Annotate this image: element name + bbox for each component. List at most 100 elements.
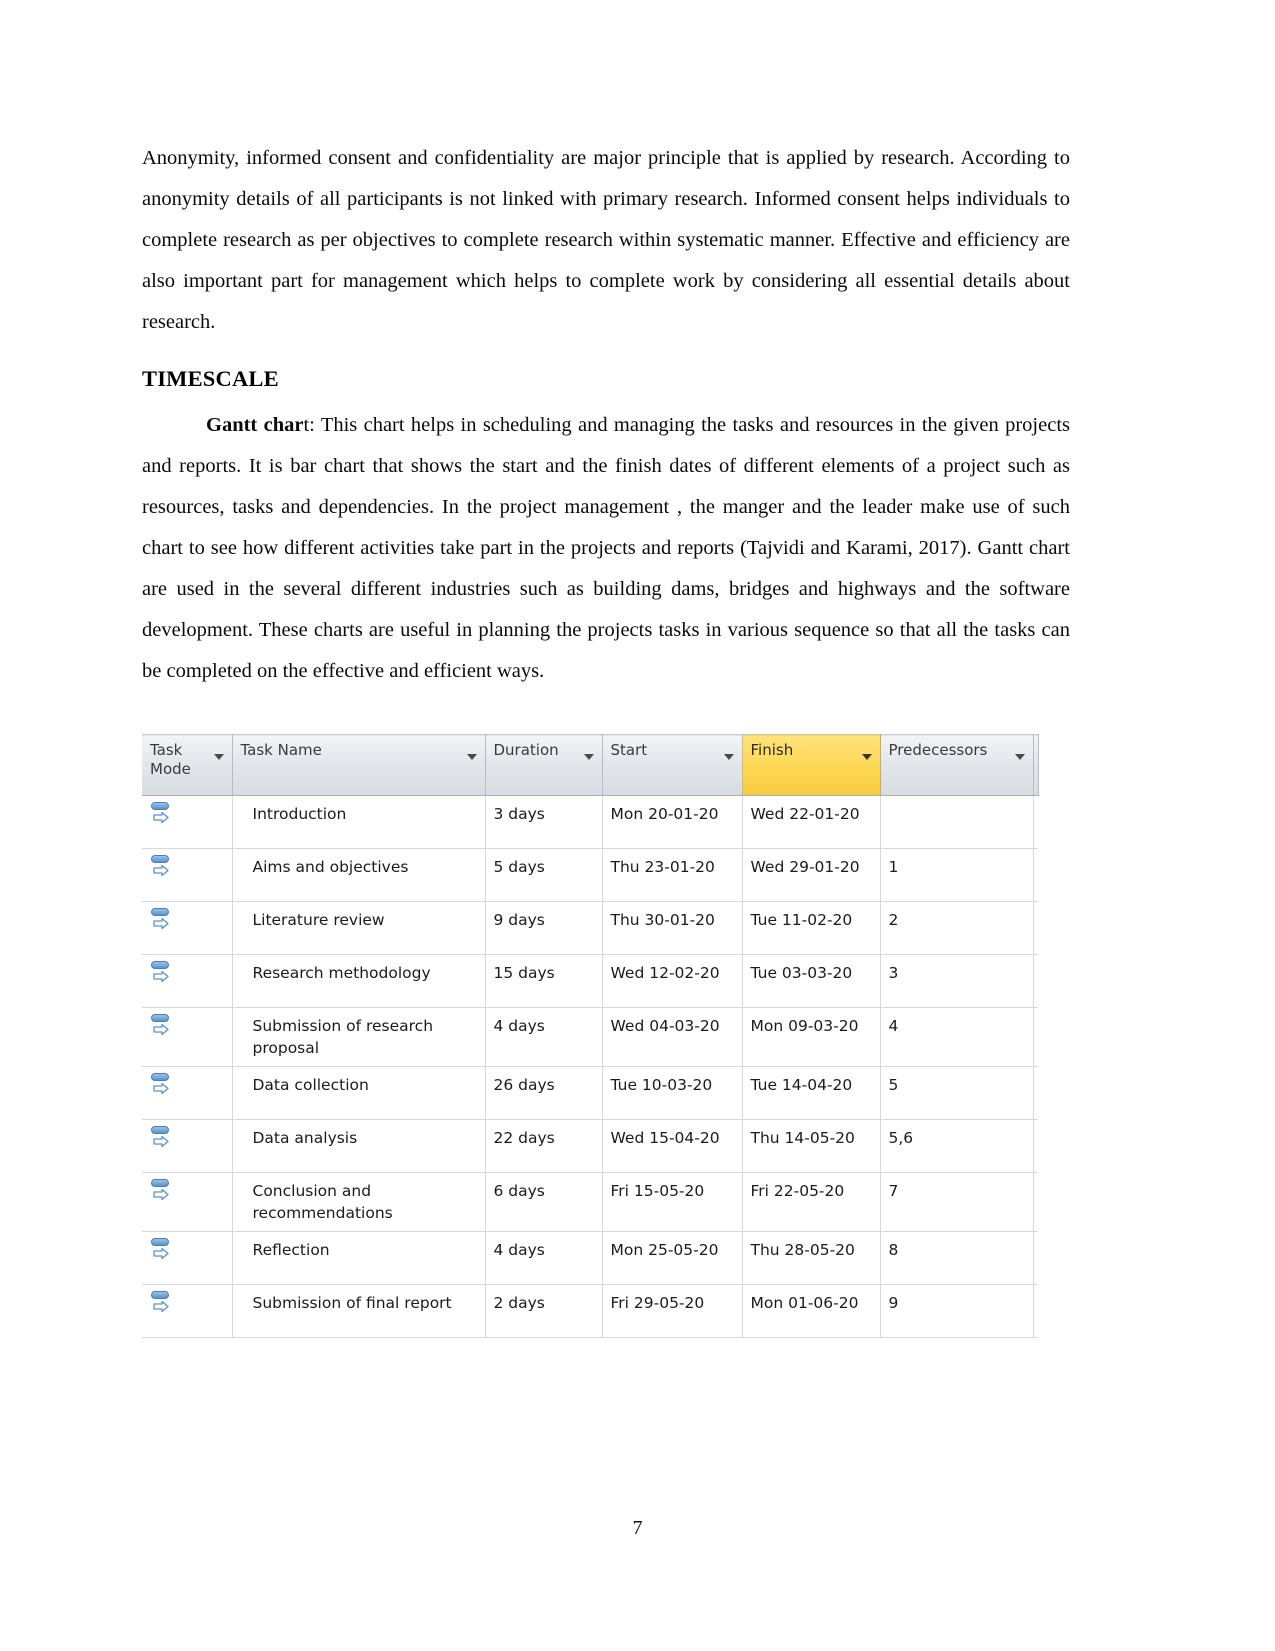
cell-task-mode[interactable] xyxy=(142,901,233,955)
filter-dropdown-icon[interactable] xyxy=(861,754,872,760)
cell-finish[interactable]: Wed 22-01-20 xyxy=(742,795,881,849)
cell-task-mode[interactable] xyxy=(142,1284,233,1338)
column-header-start[interactable]: Start xyxy=(602,734,743,796)
cell-task-mode[interactable] xyxy=(142,1007,233,1067)
cell-duration[interactable]: 15 days xyxy=(485,954,603,1008)
cell-start[interactable]: Mon 20-01-20 xyxy=(602,795,743,849)
cell-partial-cutoff xyxy=(1033,1119,1038,1173)
column-header-task-mode[interactable]: Task Mode xyxy=(142,734,233,796)
table-row[interactable]: Literature review 9 days Thu 30-01-20 Tue 1… xyxy=(142,901,1038,955)
filter-dropdown-icon[interactable] xyxy=(1014,754,1025,760)
column-header-task-name-label: Task Name xyxy=(240,741,322,759)
cell-duration[interactable]: 2 days xyxy=(485,1284,603,1338)
column-header-finish-label: Finish xyxy=(750,741,794,759)
auto-scheduled-icon xyxy=(150,801,172,825)
cell-finish[interactable]: Fri 22-05-20 xyxy=(742,1172,881,1232)
cell-task-mode[interactable] xyxy=(142,795,233,849)
task-table-body: Introduction 3 days Mon 20-01-20 Wed 22-01-… xyxy=(142,795,1038,1338)
cell-duration[interactable]: 4 days xyxy=(485,1231,603,1285)
cell-start[interactable]: Fri 15-05-20 xyxy=(602,1172,743,1232)
filter-dropdown-icon[interactable] xyxy=(466,754,477,760)
cell-duration[interactable]: 22 days xyxy=(485,1119,603,1173)
table-row[interactable]: Aims and objectives 5 days Thu 23-01-20 Wed… xyxy=(142,848,1038,902)
ms-project-gantt-table: Task Mode Task Name Duration Start Finis… xyxy=(142,734,1039,1338)
cell-task-name[interactable]: Submission of final report xyxy=(232,1284,486,1338)
cell-task-name[interactable]: Literature review xyxy=(232,901,486,955)
cell-start[interactable]: Tue 10-03-20 xyxy=(602,1066,743,1120)
cell-task-mode[interactable] xyxy=(142,848,233,902)
filter-dropdown-icon[interactable] xyxy=(213,754,224,760)
cell-finish[interactable]: Thu 28-05-20 xyxy=(742,1231,881,1285)
cell-predecessors[interactable]: 5 xyxy=(880,1066,1034,1120)
heading-timescale: TIMESCALE xyxy=(142,366,279,391)
cell-task-name[interactable]: Data analysis xyxy=(232,1119,486,1173)
cell-duration[interactable]: 9 days xyxy=(485,901,603,955)
cell-duration[interactable]: 4 days xyxy=(485,1007,603,1067)
cell-duration[interactable]: 26 days xyxy=(485,1066,603,1120)
column-header-task-name[interactable]: Task Name xyxy=(232,734,486,796)
gantt-paragraph-rest: t: This chart helps in scheduling and ma… xyxy=(142,414,1070,682)
cell-predecessors[interactable]: 3 xyxy=(880,954,1034,1008)
cell-task-name[interactable]: Aims and objectives xyxy=(232,848,486,902)
cell-finish[interactable]: Tue 03-03-20 xyxy=(742,954,881,1008)
column-header-predecessors[interactable]: Predecessors xyxy=(880,734,1034,796)
cell-task-name[interactable]: Data collection xyxy=(232,1066,486,1120)
cell-partial-cutoff xyxy=(1033,1172,1038,1232)
cell-duration[interactable]: 5 days xyxy=(485,848,603,902)
column-header-duration[interactable]: Duration xyxy=(485,734,603,796)
cell-task-mode[interactable] xyxy=(142,1119,233,1173)
cell-finish[interactable]: Mon 01-06-20 xyxy=(742,1284,881,1338)
table-row[interactable]: Data collection 26 days Tue 10-03-20 Tue 14… xyxy=(142,1066,1038,1120)
cell-duration[interactable]: 3 days xyxy=(485,795,603,849)
cell-task-name[interactable]: Research methodology xyxy=(232,954,486,1008)
cell-start[interactable]: Wed 04-03-20 xyxy=(602,1007,743,1067)
auto-scheduled-icon xyxy=(150,1013,172,1037)
table-row[interactable]: Introduction 3 days Mon 20-01-20 Wed 22-01-… xyxy=(142,795,1038,849)
column-header-finish[interactable]: Finish xyxy=(741,734,881,796)
cell-finish[interactable]: Mon 09-03-20 xyxy=(742,1007,881,1067)
cell-partial-cutoff xyxy=(1033,848,1038,902)
cell-finish[interactable]: Tue 11-02-20 xyxy=(742,901,881,955)
cell-predecessors[interactable]: 9 xyxy=(880,1284,1034,1338)
task-table: Task Mode Task Name Duration Start Finis… xyxy=(142,734,1039,1338)
filter-dropdown-icon[interactable] xyxy=(583,754,594,760)
cell-predecessors[interactable]: 4 xyxy=(880,1007,1034,1067)
document-body: Anonymity, informed consent and confiden… xyxy=(142,138,1070,694)
cell-predecessors[interactable]: 2 xyxy=(880,901,1034,955)
table-row[interactable]: Conclusion and recommendations 6 days Fri … xyxy=(142,1172,1038,1232)
cell-partial-cutoff xyxy=(1033,1007,1038,1067)
filter-dropdown-icon[interactable] xyxy=(723,754,734,760)
cell-predecessors[interactable]: 8 xyxy=(880,1231,1034,1285)
cell-task-name[interactable]: Reflection xyxy=(232,1231,486,1285)
cell-finish[interactable]: Tue 14-04-20 xyxy=(742,1066,881,1120)
cell-start[interactable]: Thu 23-01-20 xyxy=(602,848,743,902)
cell-start[interactable]: Fri 29-05-20 xyxy=(602,1284,743,1338)
cell-finish[interactable]: Wed 29-01-20 xyxy=(742,848,881,902)
table-row[interactable]: Submission of research proposal 4 days Wed… xyxy=(142,1007,1038,1067)
cell-predecessors[interactable]: 1 xyxy=(880,848,1034,902)
cell-task-mode[interactable] xyxy=(142,1172,233,1232)
cell-task-name[interactable]: Submission of research proposal xyxy=(232,1007,486,1067)
cell-task-mode[interactable] xyxy=(142,1231,233,1285)
auto-scheduled-icon xyxy=(150,1178,172,1202)
auto-scheduled-icon xyxy=(150,1072,172,1096)
cell-task-mode[interactable] xyxy=(142,1066,233,1120)
auto-scheduled-icon xyxy=(150,960,172,984)
cell-duration[interactable]: 6 days xyxy=(485,1172,603,1232)
cell-start[interactable]: Wed 15-04-20 xyxy=(602,1119,743,1173)
table-row[interactable]: Research methodology 15 days Wed 12-02-20 T… xyxy=(142,954,1038,1008)
table-row[interactable]: Data analysis 22 days Wed 15-04-20 Thu 14-0… xyxy=(142,1119,1038,1173)
cell-start[interactable]: Mon 25-05-20 xyxy=(602,1231,743,1285)
table-row[interactable]: Submission of final report 2 days Fri 29-0… xyxy=(142,1284,1038,1338)
cell-task-name[interactable]: Conclusion and recommendations xyxy=(232,1172,486,1232)
cell-task-mode[interactable] xyxy=(142,954,233,1008)
cell-start[interactable]: Wed 12-02-20 xyxy=(602,954,743,1008)
cell-finish[interactable]: Thu 14-05-20 xyxy=(742,1119,881,1173)
cell-start[interactable]: Thu 30-01-20 xyxy=(602,901,743,955)
table-header-row: Task Mode Task Name Duration Start Finis… xyxy=(142,734,1039,796)
cell-task-name[interactable]: Introduction xyxy=(232,795,486,849)
table-row[interactable]: Reflection 4 days Mon 25-05-20 Thu 28-05-20… xyxy=(142,1231,1038,1285)
cell-predecessors[interactable]: 5,6 xyxy=(880,1119,1034,1173)
cell-predecessors[interactable] xyxy=(880,795,1034,849)
cell-predecessors[interactable]: 7 xyxy=(880,1172,1034,1232)
